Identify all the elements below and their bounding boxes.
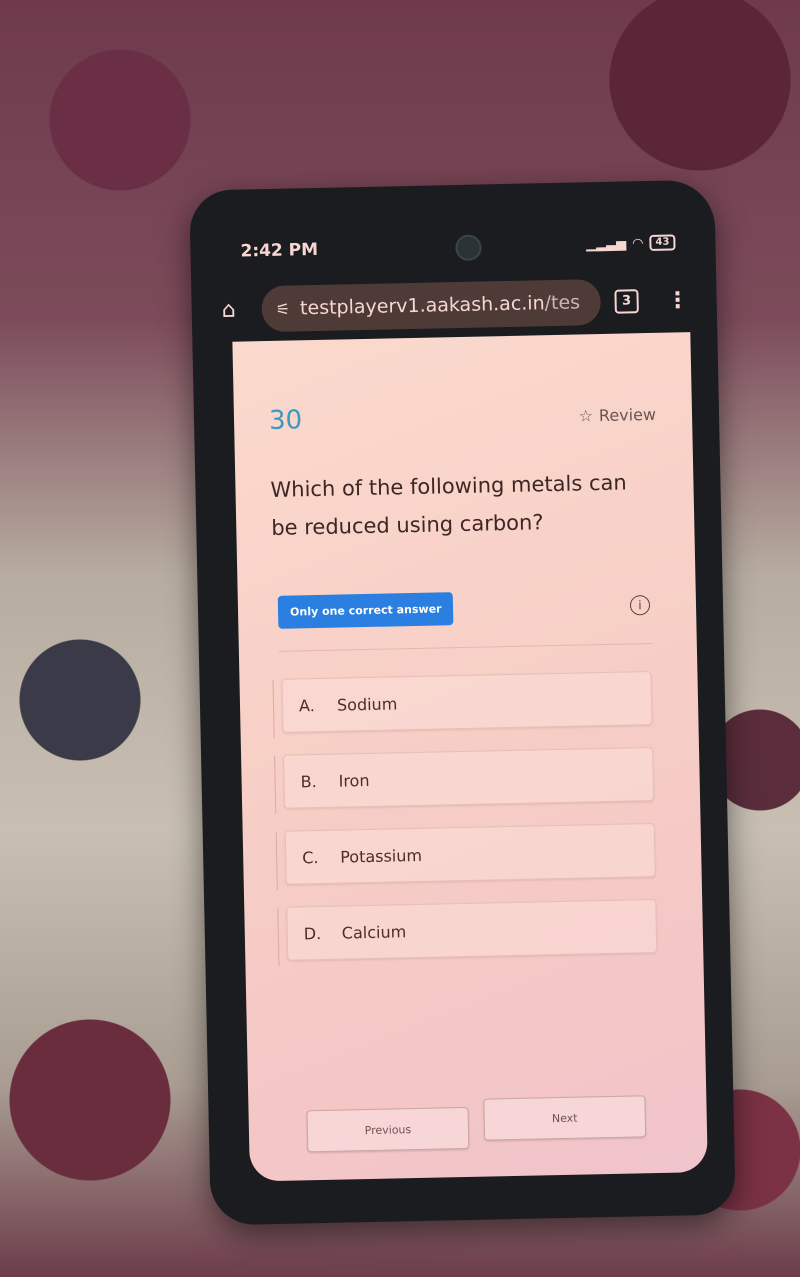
next-button[interactable]: Next (483, 1095, 647, 1141)
option-text: Potassium (340, 845, 423, 867)
option-letter: B. (300, 771, 317, 791)
answer-type-badge: Only one correct answer (277, 592, 454, 629)
divider (278, 643, 653, 652)
home-icon[interactable]: ⌂ (221, 297, 252, 322)
question-text: Which of the following metals can be red… (270, 470, 627, 540)
option-b[interactable]: B. Iron (283, 747, 655, 809)
tab-switcher-button[interactable]: 3 (614, 289, 639, 314)
review-button[interactable]: ☆ Review (578, 405, 656, 426)
option-letter: C. (302, 847, 319, 867)
phone: 2:42 PM ▁▂▃▅ ◠ 43 ⌂ ⚟ testplayerv1.aakas… (189, 179, 736, 1226)
url-host: testplayerv1.aakash.ac.in (299, 292, 545, 320)
option-text: Calcium (341, 921, 407, 943)
option-d[interactable]: D. Calcium (286, 898, 658, 961)
quiz-page: 30 ☆ Review Which of the following metal… (232, 332, 708, 1182)
option-text: Iron (338, 770, 370, 791)
wifi-icon: ◠ (631, 235, 644, 251)
url-path: /tes (544, 291, 581, 315)
options-list: A. Sodium B. Iron C. Potassium D. Calciu… (281, 671, 658, 983)
more-menu-icon[interactable]: ⋮ (666, 288, 689, 313)
option-a[interactable]: A. Sodium (281, 671, 653, 733)
option-letter: D. (303, 923, 322, 943)
status-time: 2:42 PM (240, 239, 319, 262)
address-bar[interactable]: ⚟ testplayerv1.aakash.ac.in/tes (261, 279, 602, 333)
front-camera (455, 234, 482, 262)
question-number: 30 (268, 405, 303, 436)
battery-icon: 43 (649, 234, 676, 251)
review-label: Review (598, 404, 657, 426)
browser-toolbar: ⌂ ⚟ testplayerv1.aakash.ac.in/tes 3 ⋮ (221, 275, 689, 335)
option-text: Sodium (336, 693, 398, 715)
option-letter: A. (298, 695, 315, 715)
system-icons: ▁▂▃▅ ◠ 43 (586, 234, 676, 252)
option-c[interactable]: C. Potassium (284, 823, 656, 885)
star-icon: ☆ (578, 406, 594, 426)
previous-button[interactable]: Previous (306, 1106, 470, 1153)
info-icon[interactable]: i (629, 595, 651, 616)
site-settings-icon[interactable]: ⚟ (276, 299, 291, 318)
signal-icon: ▁▂▃▅ (586, 235, 627, 252)
status-bar: 2:42 PM ▁▂▃▅ ◠ 43 (240, 232, 676, 271)
